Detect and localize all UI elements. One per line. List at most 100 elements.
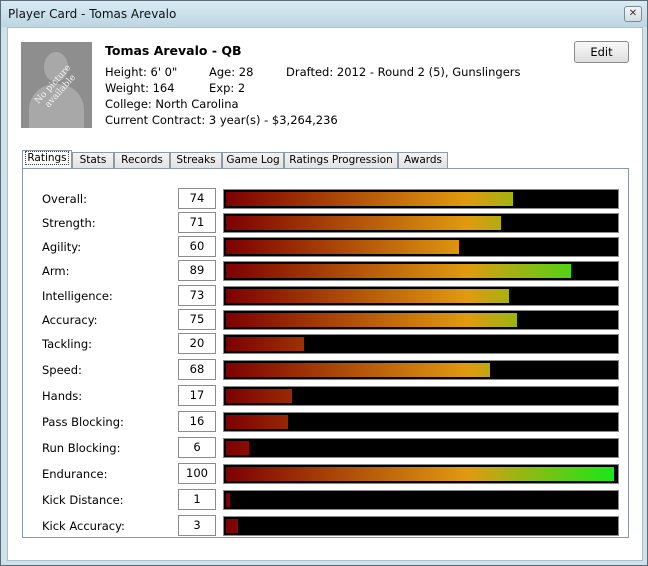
rating-bar [223,310,619,330]
window-title: Player Card - Tomas Arevalo [8,7,177,21]
rating-bar-fill [226,264,571,278]
rating-value: 16 [178,411,216,432]
rating-value: 68 [178,359,216,380]
rating-bar [223,516,619,536]
tab-awards[interactable]: Awards [398,152,448,168]
rating-value: 100 [178,463,216,484]
rating-row-speed: Speed: 68 [23,359,628,381]
rating-row-arm: Arm: 89 [23,260,628,282]
rating-label: Accuracy: [42,313,98,327]
rating-label: Pass Blocking: [42,415,124,429]
tab-ratings-progression[interactable]: Ratings Progression [284,152,398,168]
player-photo: No picture available [21,42,92,128]
rating-value: 17 [178,385,216,406]
edit-button[interactable]: Edit [574,41,629,63]
rating-label: Strength: [42,216,96,230]
rating-value: 1 [178,489,216,510]
close-icon[interactable]: ✕ [624,6,642,22]
player-height: Height: 6' 0" [105,65,178,79]
tab-records[interactable]: Records [114,152,170,168]
rating-bar-fill [226,216,501,230]
rating-bar [223,412,619,432]
rating-label: Run Blocking: [42,441,121,455]
rating-bar-fill [226,313,517,327]
rating-bar-fill [226,441,249,455]
player-contract: Current Contract: 3 year(s) - $3,264,236 [105,113,338,127]
rating-row-endurance: Endurance: 100 [23,463,628,485]
tab-game-log-label: Game Log [226,154,280,166]
rating-bar [223,334,619,354]
rating-row-accuracy: Accuracy: 75 [23,309,628,331]
rating-bar [223,490,619,510]
rating-row-tackling: Tackling: 20 [23,333,628,355]
rating-bar [223,386,619,406]
tab-streaks[interactable]: Streaks [170,152,222,168]
tab-game-log[interactable]: Game Log [222,152,284,168]
player-weight: Weight: 164 [105,81,175,95]
rating-value: 74 [178,188,216,209]
rating-bar-fill [226,493,230,507]
rating-bar-fill [226,192,513,206]
rating-bar-fill [226,363,490,377]
title-bar[interactable]: Player Card - Tomas Arevalo ✕ [1,1,647,27]
player-card-content: No picture available Tomas Arevalo - QB … [7,27,643,561]
rating-label: Endurance: [42,467,108,481]
rating-bar-fill [226,519,238,533]
rating-row-run-blocking: Run Blocking: 6 [23,437,628,459]
tab-stats-label: Stats [79,154,107,166]
tab-ratings[interactable]: Ratings [22,150,72,169]
rating-bar-fill [226,289,509,303]
rating-label: Agility: [42,240,82,254]
rating-bar [223,438,619,458]
rating-bar-fill [226,467,614,481]
rating-row-overall: Overall: 74 [23,188,628,210]
rating-bar-fill [226,415,288,429]
rating-bar [223,261,619,281]
rating-value: 20 [178,333,216,354]
rating-row-kick-distance: Kick Distance: 1 [23,489,628,511]
player-card-window: Player Card - Tomas Arevalo ✕ No picture… [0,0,648,566]
player-age: Age: 28 [209,65,254,79]
rating-label: Speed: [42,363,82,377]
tab-ratings-label: Ratings [25,151,69,165]
rating-bar [223,213,619,233]
player-name: Tomas Arevalo - QB [105,43,242,58]
rating-label: Kick Distance: [42,493,124,507]
rating-value: 73 [178,285,216,306]
rating-row-strength: Strength: 71 [23,212,628,234]
rating-label: Tackling: [42,337,93,351]
rating-bar [223,464,619,484]
rating-bar-fill [226,389,292,403]
tab-stats[interactable]: Stats [72,152,114,168]
rating-value: 75 [178,309,216,330]
rating-label: Kick Accuracy: [42,519,125,533]
tab-ratings-progression-label: Ratings Progression [289,154,393,166]
player-college: College: North Carolina [105,97,239,111]
rating-bar-fill [226,240,459,254]
tab-records-label: Records [121,154,163,166]
rating-label: Overall: [42,192,87,206]
rating-bar [223,286,619,306]
rating-bar-fill [226,337,304,351]
rating-value: 6 [178,437,216,458]
rating-row-intelligence: Intelligence: 73 [23,285,628,307]
rating-label: Arm: [42,264,70,278]
tab-awards-label: Awards [403,154,443,166]
rating-bar [223,189,619,209]
rating-label: Intelligence: [42,289,113,303]
rating-value: 71 [178,212,216,233]
rating-row-hands: Hands: 17 [23,385,628,407]
ratings-panel: Overall: 74 Strength: 71 Agility: 60 Arm… [22,168,629,538]
player-drafted: Drafted: 2012 - Round 2 (5), Gunslingers [286,65,521,79]
tab-streaks-label: Streaks [176,154,216,166]
rating-row-agility: Agility: 60 [23,236,628,258]
rating-value: 3 [178,515,216,536]
rating-bar [223,360,619,380]
player-exp: Exp: 2 [209,81,246,95]
rating-bar [223,237,619,257]
rating-label: Hands: [42,389,83,403]
rating-value: 60 [178,236,216,257]
rating-row-kick-accuracy: Kick Accuracy: 3 [23,515,628,537]
rating-value: 89 [178,260,216,281]
rating-row-pass-blocking: Pass Blocking: 16 [23,411,628,433]
